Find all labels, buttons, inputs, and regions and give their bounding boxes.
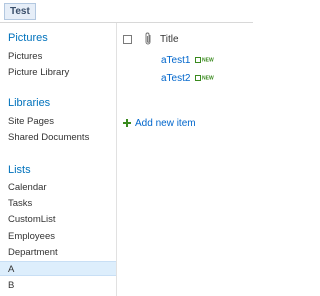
list-item-title[interactable]: aTest2 xyxy=(161,73,190,84)
quick-launch-sidebar: Pictures Pictures Picture Library Librar… xyxy=(0,23,117,296)
new-icon xyxy=(195,57,201,63)
sidebar-item-b[interactable]: B xyxy=(0,278,116,293)
new-icon xyxy=(195,75,201,81)
select-all-checkbox[interactable] xyxy=(123,35,132,44)
sidebar-item-shared-documents[interactable]: Shared Documents xyxy=(0,130,116,145)
sidebar-item-calendar[interactable]: Calendar xyxy=(0,180,116,195)
attachment-icon xyxy=(145,32,151,45)
column-header-title[interactable]: Title xyxy=(160,34,179,45)
new-badge: NEW xyxy=(195,75,214,82)
sidebar-item-a[interactable]: A xyxy=(0,261,116,276)
sidebar-item-department[interactable]: Department xyxy=(0,245,116,260)
add-new-item-link[interactable]: Add new item xyxy=(135,118,196,129)
list-view: Title aTest1 NEW aTest2 NEW Add new item xyxy=(117,23,253,296)
top-navigation-bar: Test xyxy=(0,0,253,23)
sidebar-item-picture-library[interactable]: Picture Library xyxy=(0,65,116,80)
list-item-title[interactable]: aTest1 xyxy=(161,55,190,66)
sidebar-heading-pictures[interactable]: Pictures xyxy=(8,32,48,44)
sidebar-item-employees[interactable]: Employees xyxy=(0,229,116,244)
sidebar-item-pictures[interactable]: Pictures xyxy=(0,49,116,64)
sidebar-item-site-pages[interactable]: Site Pages xyxy=(0,114,116,129)
sidebar-heading-libraries[interactable]: Libraries xyxy=(8,97,50,109)
tab-test[interactable]: Test xyxy=(4,3,36,20)
sidebar-item-customlist[interactable]: CustomList xyxy=(0,212,116,227)
sidebar-heading-lists[interactable]: Lists xyxy=(8,164,31,176)
sidebar-item-tasks[interactable]: Tasks xyxy=(0,196,116,211)
new-badge: NEW xyxy=(195,57,214,64)
add-item-icon[interactable] xyxy=(123,119,131,127)
